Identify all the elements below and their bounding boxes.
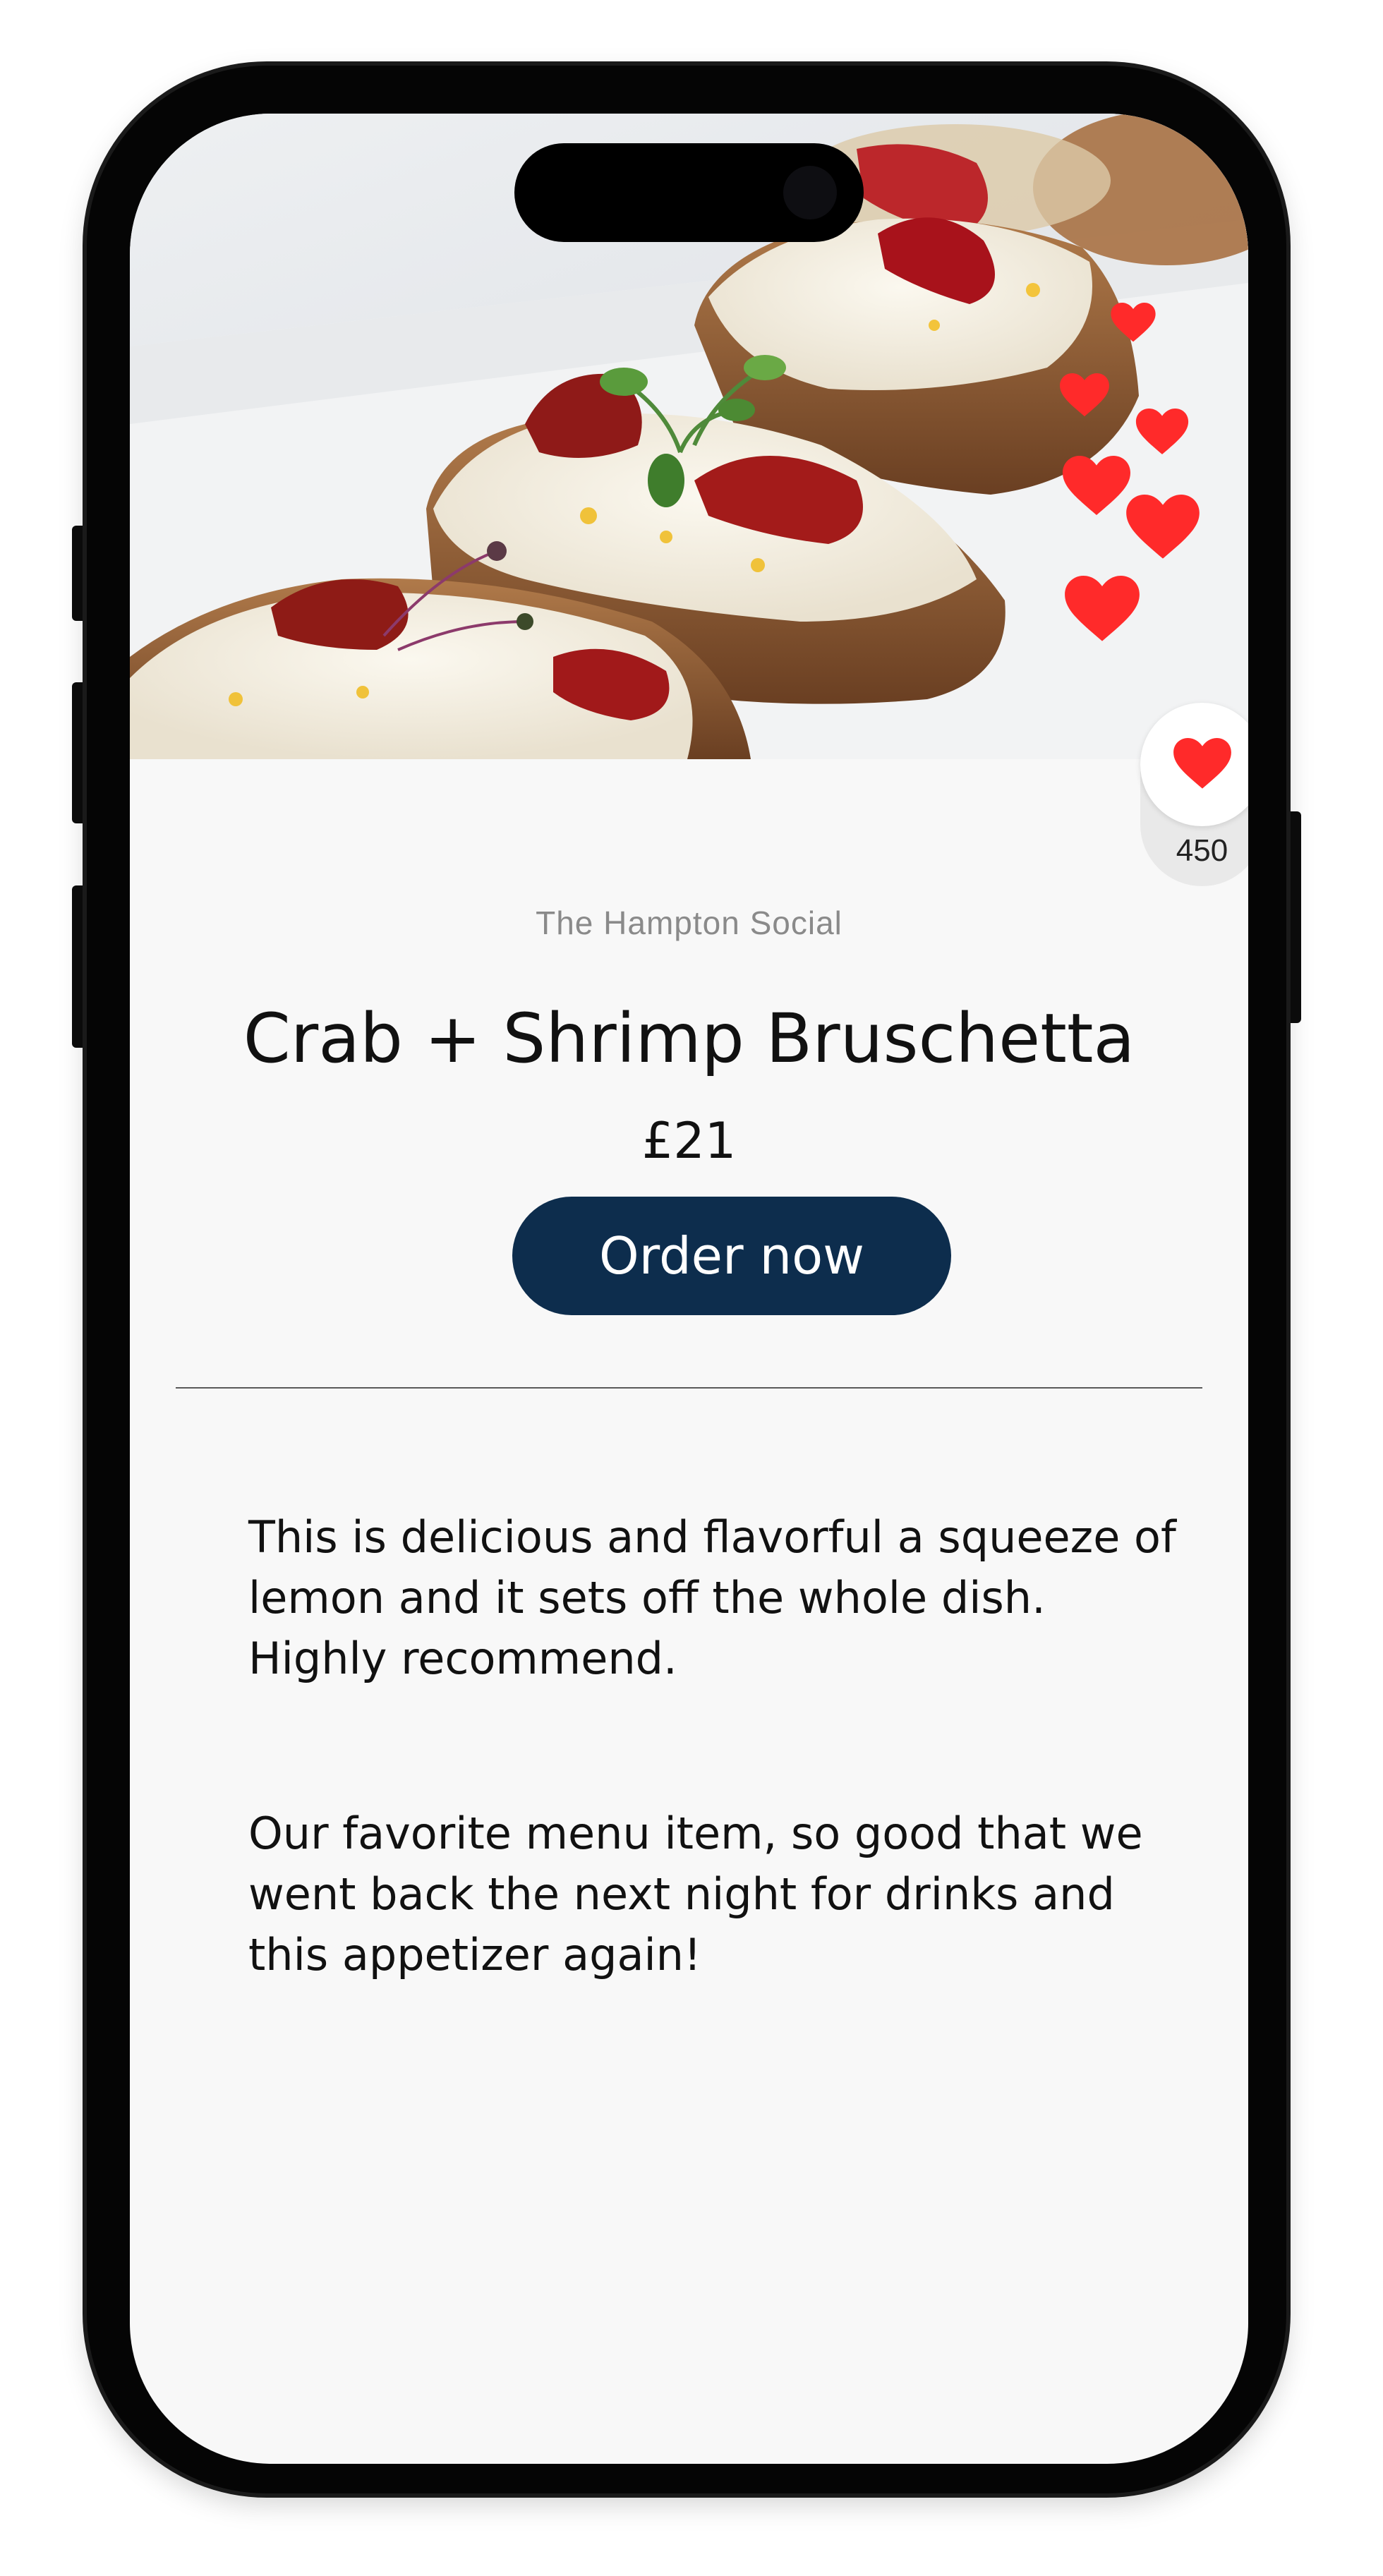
heart-icon bbox=[1173, 738, 1231, 789]
floating-heart-icon bbox=[1126, 495, 1200, 559]
dish-title: Crab + Shrimp Bruschetta bbox=[243, 999, 1135, 1078]
like-count: 450 bbox=[1176, 833, 1228, 868]
review-text: This is delicious and flavorful a squeez… bbox=[248, 1511, 1176, 1684]
power-button[interactable] bbox=[1284, 811, 1301, 1023]
order-now-button[interactable]: Order now bbox=[512, 1197, 951, 1315]
dish-photo bbox=[130, 114, 1248, 759]
app-screen: 450 The Hampton Social Crab + Shrimp Bru… bbox=[130, 114, 1248, 2464]
floating-heart-icon bbox=[1135, 409, 1189, 454]
review-text: Our favorite menu item, so good that we … bbox=[248, 1808, 1143, 1981]
floating-heart-icon bbox=[1111, 303, 1156, 342]
phone-frame: 450 The Hampton Social Crab + Shrimp Bru… bbox=[87, 66, 1286, 2493]
floating-heart-icon bbox=[1063, 456, 1130, 515]
floating-heart-icon bbox=[1065, 576, 1140, 641]
restaurant-name: The Hampton Social bbox=[536, 905, 843, 941]
divider bbox=[176, 1387, 1202, 1389]
floating-heart-icon bbox=[1060, 373, 1109, 417]
front-camera bbox=[783, 166, 837, 219]
dynamic-island bbox=[514, 143, 864, 242]
like-control: 450 bbox=[1140, 703, 1248, 886]
dish-price: £21 bbox=[641, 1112, 737, 1170]
